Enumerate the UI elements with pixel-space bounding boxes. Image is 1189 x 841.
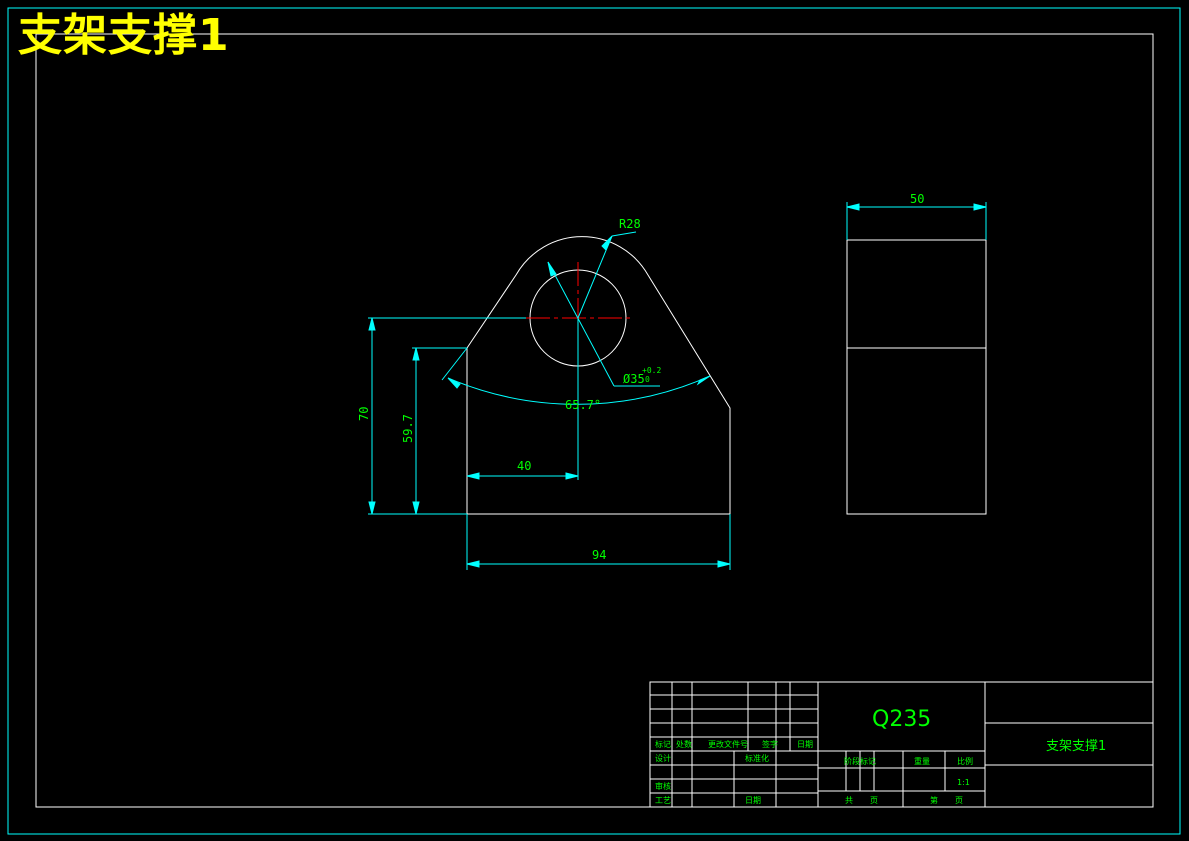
dim-width: 94 [592, 548, 606, 562]
side-dimension [846, 202, 987, 240]
tb-header-mark: 标记 [655, 739, 671, 749]
title-block-material: Q235 [872, 707, 931, 732]
dim-hole-tol-upper: +0.2 [642, 366, 661, 375]
centerlines [526, 262, 632, 376]
dim-height-total: 70 [357, 407, 371, 421]
tb-header-signature: 签字 [762, 739, 778, 749]
title-block-scale: 1:1 [957, 778, 970, 787]
tb-label-weight: 重量 [914, 756, 930, 766]
tb-label-page-2: 页 [955, 796, 963, 805]
dim-side-width: 50 [910, 192, 924, 206]
title-block-part-name: 支架支撑1 [1046, 739, 1106, 754]
dim-angle: 65.7° [565, 398, 601, 412]
dim-radius: R28 [619, 217, 641, 231]
drawing-title: 支架支撑1 [18, 10, 230, 61]
tb-header-change-doc: 更改文件号 [708, 739, 748, 749]
tb-label-process: 工艺 [655, 796, 671, 805]
tb-label-standard: 标准化 [745, 753, 769, 763]
tb-label-review: 审核 [655, 781, 671, 791]
tb-header-count: 处数 [676, 739, 692, 749]
dim-height-side: 59.7 [401, 414, 415, 443]
dim-hole-tol-lower: 0 [645, 375, 650, 384]
part-outline [466, 236, 731, 515]
tb-label-total-sheets: 共 [845, 796, 853, 805]
tb-label-scale: 比例 [957, 756, 973, 766]
dimension-lines [368, 231, 731, 570]
side-view [846, 239, 987, 515]
tb-label-stage: 阶段标记 [844, 756, 876, 766]
dim-center-offset: 40 [517, 459, 531, 473]
tb-label-sheet-no: 第 [930, 795, 938, 805]
cad-drawing-canvas: R28 Ø35 +0.2 0 65.7° 70 59.7 40 94 50 Q2… [7, 7, 1181, 835]
tb-label-page: 页 [870, 796, 878, 805]
tb-header-date: 日期 [797, 740, 813, 749]
tb-label-date: 日期 [745, 796, 761, 805]
tb-label-design: 设计 [655, 753, 671, 763]
sheet-border [7, 7, 1181, 835]
front-view [466, 236, 731, 515]
